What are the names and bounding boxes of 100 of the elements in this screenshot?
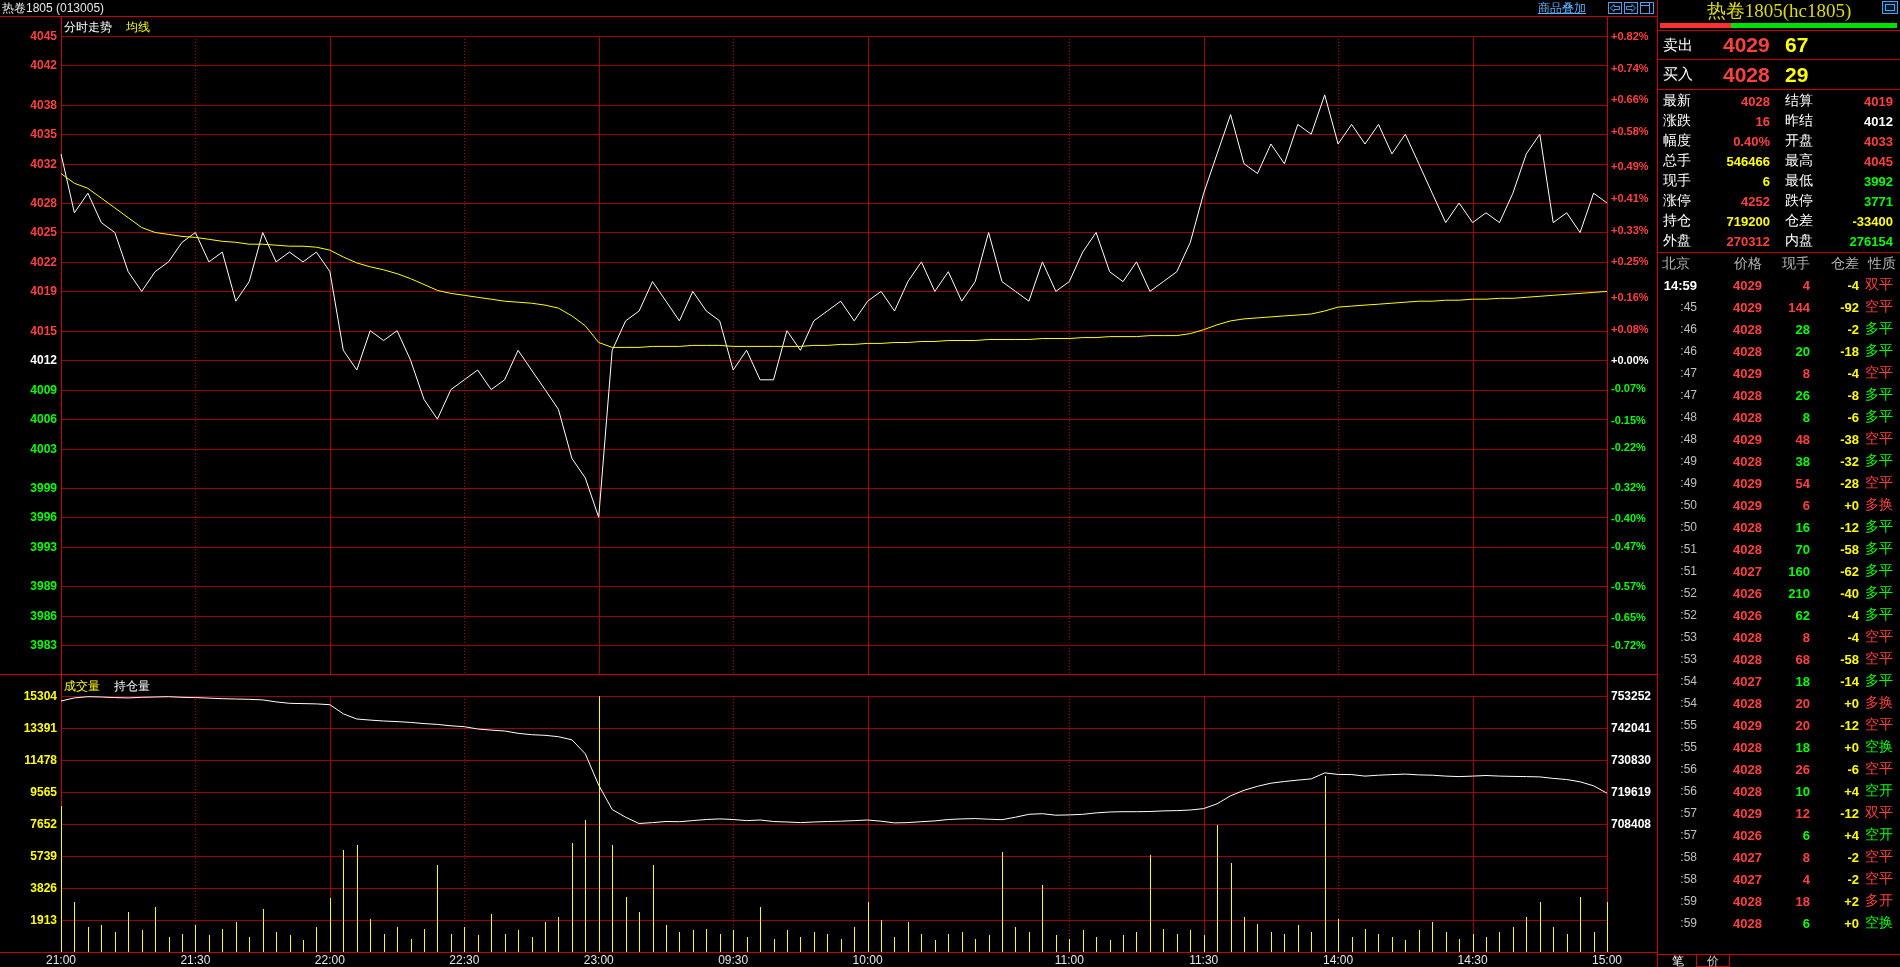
trade-change: -4	[1847, 607, 1859, 623]
stat-value: 276154	[1849, 233, 1893, 249]
trade-type: 多平	[1864, 562, 1893, 580]
trade-type: 多平	[1864, 386, 1893, 404]
percent-axis-label: +0.66%	[1611, 93, 1649, 105]
trade-type: 多平	[1864, 584, 1893, 602]
trade-volume: 144	[1788, 299, 1810, 315]
trade-type: 空平	[1864, 716, 1893, 734]
stat-label: 结算	[1785, 92, 1814, 110]
trade-type: 多换	[1864, 496, 1893, 514]
percent-axis-label: +0.41%	[1611, 192, 1649, 204]
arrow-left-icon[interactable]	[1608, 2, 1622, 14]
stat-label: 昨结	[1785, 112, 1814, 130]
trade-type: 多平	[1864, 320, 1893, 338]
trade-type: 空平	[1864, 760, 1893, 778]
trade-volume: 18	[1795, 893, 1810, 909]
window-icon[interactable]	[1882, 1, 1898, 14]
stat-label: 跌停	[1785, 192, 1814, 210]
trade-change: +0	[1844, 497, 1859, 513]
time-axis-label: 10:00	[852, 953, 883, 967]
trade-time: :53	[1680, 652, 1697, 666]
trade-type: 双平	[1864, 276, 1893, 294]
stat-label: 最低	[1785, 172, 1814, 190]
trade-price: 4028	[1733, 541, 1762, 557]
holdings-axis-label: 742041	[1611, 721, 1652, 735]
trade-type: 空平	[1864, 848, 1893, 866]
time-axis-label: 15:00	[1592, 953, 1622, 967]
trade-change: -92	[1840, 299, 1859, 315]
stat-label: 涨停	[1663, 192, 1692, 210]
price-axis-label: 4035	[30, 127, 57, 141]
trade-price: 4029	[1733, 497, 1762, 513]
trade-price: 4029	[1733, 299, 1762, 315]
trade-change: -4	[1847, 365, 1859, 381]
trade-time: :55	[1680, 740, 1697, 754]
time-axis-label: 22:30	[449, 953, 480, 967]
legend-label: 成交量	[64, 679, 100, 693]
trade-volume: 160	[1788, 563, 1810, 579]
time-axis-label: 21:30	[180, 953, 211, 967]
list-tab[interactable]: 价	[1696, 955, 1730, 967]
bid-volume: 29	[1785, 62, 1810, 87]
holdings-axis-label: 708408	[1611, 817, 1652, 831]
trade-price: 4027	[1733, 849, 1762, 865]
trade-price: 4028	[1733, 695, 1762, 711]
volume-axis-label: 5739	[30, 849, 57, 863]
percent-axis-label: -0.57%	[1611, 580, 1646, 592]
trade-price: 4029	[1733, 431, 1762, 447]
trade-price: 4028	[1733, 783, 1762, 799]
trade-change: -58	[1840, 651, 1859, 667]
stat-value: 0.40%	[1733, 133, 1770, 149]
column-header: 北京	[1661, 254, 1690, 273]
trade-volume: 8	[1802, 365, 1810, 381]
trade-change: -28	[1840, 475, 1859, 491]
stat-value: 4033	[1864, 133, 1893, 149]
trade-time: :59	[1680, 916, 1697, 930]
holdings-axis-label: 753252	[1611, 689, 1652, 703]
trade-price: 4027	[1733, 563, 1762, 579]
trade-type: 空平	[1864, 650, 1893, 668]
trade-volume: 38	[1795, 453, 1810, 469]
trade-type: 多平	[1864, 672, 1893, 690]
price-axis-label: 4045	[30, 29, 57, 43]
layout-icon[interactable]	[1640, 2, 1654, 14]
trade-price: 4028	[1733, 321, 1762, 337]
trade-price: 4028	[1733, 343, 1762, 359]
trade-volume: 28	[1795, 321, 1810, 337]
trade-change: -8	[1847, 387, 1859, 403]
trade-change: -2	[1847, 871, 1859, 887]
trade-change: -12	[1840, 519, 1859, 535]
trade-volume: 62	[1795, 607, 1810, 623]
overlay-link[interactable]: 商品叠加	[1538, 1, 1586, 15]
trade-type: 多平	[1864, 518, 1893, 536]
list-tab[interactable]: 笔	[1664, 955, 1692, 967]
legend-label: 均线	[126, 20, 150, 34]
trade-change: +4	[1844, 783, 1859, 799]
volume-axis-label: 1913	[30, 913, 57, 927]
time-axis-label: 14:30	[1457, 953, 1488, 967]
trade-change: -12	[1840, 717, 1859, 733]
ask-price: 4029	[1723, 33, 1771, 57]
trade-type: 空平	[1864, 870, 1893, 888]
price-axis-label: 4042	[30, 58, 57, 72]
trade-volume: 8	[1802, 849, 1810, 865]
trade-time: :56	[1680, 784, 1697, 798]
column-header: 仓差	[1831, 254, 1859, 273]
percent-axis-label: -0.72%	[1611, 639, 1646, 651]
trade-type: 空平	[1864, 430, 1893, 448]
trade-time: :50	[1680, 520, 1697, 534]
stat-value: 6	[1762, 173, 1770, 189]
arrow-right-icon[interactable]	[1624, 2, 1638, 14]
ask-label: 卖出	[1663, 35, 1694, 55]
trade-type: 空平	[1864, 474, 1893, 492]
contract-title: 热卷1805(hc1805)	[1706, 0, 1852, 22]
trade-type: 多平	[1864, 540, 1893, 558]
trade-volume: 8	[1802, 409, 1810, 425]
trade-change: -2	[1847, 849, 1859, 865]
percent-axis-label: +0.00%	[1611, 354, 1649, 366]
trade-volume: 4	[1802, 871, 1810, 887]
column-header: 现手	[1782, 254, 1810, 273]
price-axis-label: 3989	[30, 579, 57, 593]
trade-time: :51	[1680, 564, 1697, 578]
percent-axis-label: -0.22%	[1611, 441, 1646, 453]
stat-label: 最高	[1785, 152, 1814, 170]
